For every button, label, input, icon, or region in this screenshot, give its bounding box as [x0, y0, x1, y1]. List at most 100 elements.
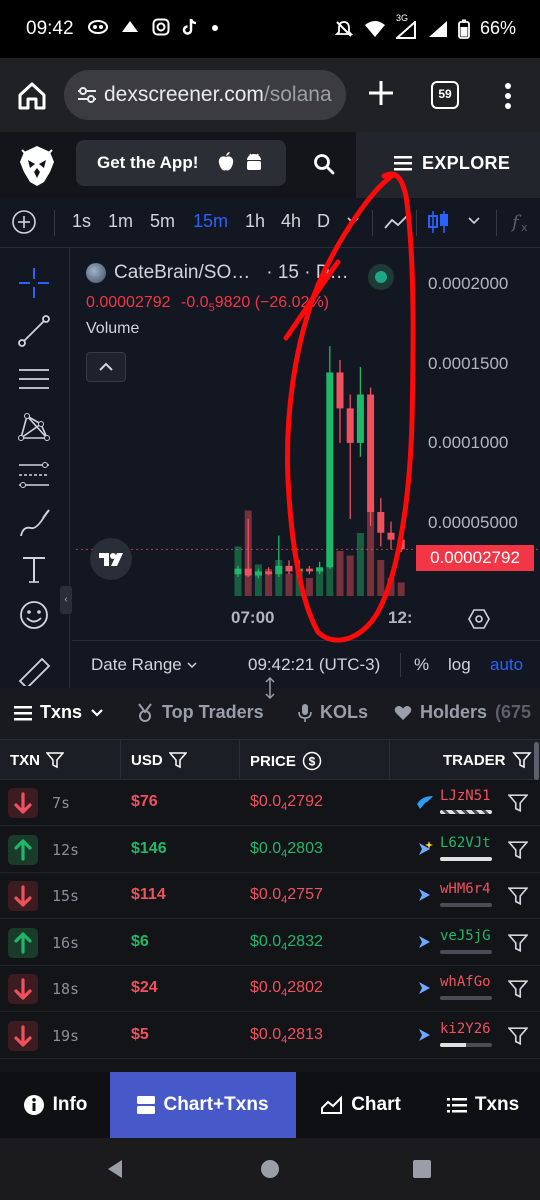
back-icon[interactable] — [104, 1158, 126, 1180]
table-row[interactable]: 16s $6 $0.042832 veJ5jG — [0, 920, 540, 966]
site-settings-icon[interactable] — [76, 85, 98, 105]
dexscreener-logo[interactable] — [16, 142, 58, 188]
header-txn[interactable]: TXN — [10, 751, 64, 769]
search-icon[interactable] — [312, 152, 336, 176]
tradingview-logo[interactable] — [90, 538, 132, 580]
explore-label: EXPLORE — [422, 153, 511, 173]
txn-usd: $24 — [131, 979, 158, 996]
collapse-legend-button[interactable] — [86, 352, 126, 382]
filter-icon[interactable] — [508, 840, 528, 860]
tab-top-traders[interactable]: Top Traders — [136, 702, 264, 723]
filter-icon[interactable] — [508, 979, 528, 999]
percent-scale-button[interactable]: % — [414, 655, 429, 675]
token-avatar — [86, 263, 106, 283]
sell-arrow-badge — [8, 1020, 38, 1051]
txn-age: 19s — [52, 1026, 80, 1045]
nav-chart[interactable]: Chart — [296, 1072, 426, 1138]
pattern-icon[interactable] — [17, 410, 51, 444]
timeframe-1s[interactable]: 1s — [72, 211, 91, 232]
line-chart-icon[interactable] — [382, 208, 410, 236]
brush-icon[interactable] — [17, 506, 51, 540]
horizontal-lines-icon[interactable] — [17, 362, 51, 396]
header-trader[interactable]: TRADER — [443, 751, 532, 769]
chevron-down-icon[interactable] — [467, 214, 481, 228]
nav-info[interactable]: Info — [0, 1072, 110, 1138]
chart-plot[interactable]: CateBrain/SO… · 15 · D… 0.00002792 -0.05… — [72, 248, 540, 688]
nav-chart-txns[interactable]: Chart+Txns — [110, 1072, 296, 1138]
table-row[interactable]: 19s $5 $0.042813 ki2Y26 — [0, 1013, 540, 1059]
auto-scale-button[interactable]: auto — [490, 655, 523, 675]
filter-icon[interactable] — [508, 1026, 528, 1046]
candle-body — [387, 532, 395, 540]
tradingview-logo-icon — [99, 553, 123, 566]
tab-txns[interactable]: Txns — [14, 702, 104, 723]
scrollbar[interactable] — [534, 742, 539, 780]
new-tab-icon[interactable] — [364, 76, 398, 110]
table-row[interactable]: 15s $114 $0.042757 wHM6r4 — [0, 873, 540, 919]
filter-icon[interactable] — [168, 751, 187, 769]
trader-address[interactable]: wHM6r4 — [440, 881, 491, 897]
trader-address[interactable]: ki2Y26 — [440, 1021, 491, 1037]
chart-settings-icon[interactable] — [468, 608, 490, 630]
crosshair-icon[interactable] — [17, 266, 51, 300]
date-range-button[interactable]: Date Range — [91, 655, 198, 675]
trader-address[interactable]: veJ5jG — [440, 928, 491, 944]
address-bar[interactable]: dexscreener.com/solana — [64, 70, 346, 120]
chart-clock[interactable]: 09:42:21 (UTC-3) — [248, 655, 380, 675]
get-app-button[interactable]: Get the App! — [76, 140, 286, 186]
trader-address[interactable]: whAfGo — [440, 974, 491, 990]
trader-address[interactable]: LJzN51 — [440, 788, 491, 804]
timeframe-5m[interactable]: 5m — [150, 211, 175, 232]
tab-switcher-button[interactable]: 59 — [431, 81, 459, 109]
price-prefix: $0.0 — [250, 793, 282, 810]
timeframe-1h[interactable]: 1h — [245, 211, 265, 232]
toolbar-divider — [416, 210, 417, 236]
price-rest: 2792 — [287, 793, 323, 810]
trader-address[interactable]: L62VJt — [440, 835, 491, 851]
add-symbol-icon[interactable] — [11, 209, 37, 235]
txn-age: 7s — [52, 794, 71, 812]
table-row[interactable]: 18s $24 $0.042802 whAfGo — [0, 966, 540, 1012]
home-circle-icon[interactable] — [259, 1158, 281, 1180]
filter-icon[interactable] — [508, 793, 528, 813]
ruler-icon[interactable] — [17, 656, 51, 686]
nav-txns[interactable]: Txns — [426, 1072, 540, 1138]
explore-button[interactable]: EXPLORE — [356, 132, 540, 198]
x-tick-label: 12: — [388, 608, 413, 627]
symbol-legend[interactable]: CateBrain/SO… · 15 · D… — [86, 262, 349, 284]
header-price[interactable]: PRICE $ — [250, 751, 322, 771]
text-tool-icon[interactable] — [17, 552, 51, 586]
price-rest: 2832 — [287, 932, 323, 950]
table-row[interactable]: 7s $76 $0.042792 LJzN51 — [0, 780, 540, 826]
timeframe-15m[interactable]: 15m — [193, 211, 228, 232]
timeframe-d[interactable]: D — [317, 211, 330, 232]
timeframe-4h[interactable]: 4h — [281, 211, 301, 232]
home-icon[interactable] — [16, 80, 48, 112]
recents-icon[interactable] — [411, 1158, 433, 1180]
filter-icon[interactable] — [511, 751, 532, 769]
drawing-toolbar: ‹ — [0, 248, 72, 688]
tab-kols[interactable]: KOLs — [298, 702, 368, 723]
market-status-dot[interactable] — [368, 264, 394, 290]
filter-icon[interactable] — [46, 751, 64, 769]
fib-retracement-icon[interactable] — [17, 458, 51, 492]
filter-icon[interactable] — [508, 933, 528, 953]
timeframe-1m[interactable]: 1m — [108, 211, 133, 232]
resize-handle-icon[interactable] — [262, 676, 278, 700]
chevron-down-icon[interactable] — [346, 214, 360, 228]
trendline-icon[interactable] — [17, 314, 51, 348]
header-usd[interactable]: USD — [131, 751, 187, 769]
candles-icon[interactable] — [424, 208, 452, 236]
emoji-icon[interactable] — [17, 598, 51, 632]
txn-usd: $6 — [131, 932, 149, 950]
tab-holders[interactable]: Holders (675 — [394, 702, 531, 723]
collapse-toolbar-tab[interactable]: ‹ — [60, 586, 72, 614]
dollar-circle-icon[interactable]: $ — [302, 751, 322, 771]
log-scale-button[interactable]: log — [448, 655, 471, 675]
filter-icon[interactable] — [508, 886, 528, 906]
indicators-fx-icon[interactable]: fx — [508, 208, 536, 236]
price-rest: 2803 — [287, 839, 323, 857]
menu-dots-icon[interactable] — [498, 80, 518, 112]
url-text[interactable]: dexscreener.com/solana — [104, 83, 340, 107]
table-row[interactable]: 12s $146 $0.042803 L62VJt — [0, 827, 540, 873]
